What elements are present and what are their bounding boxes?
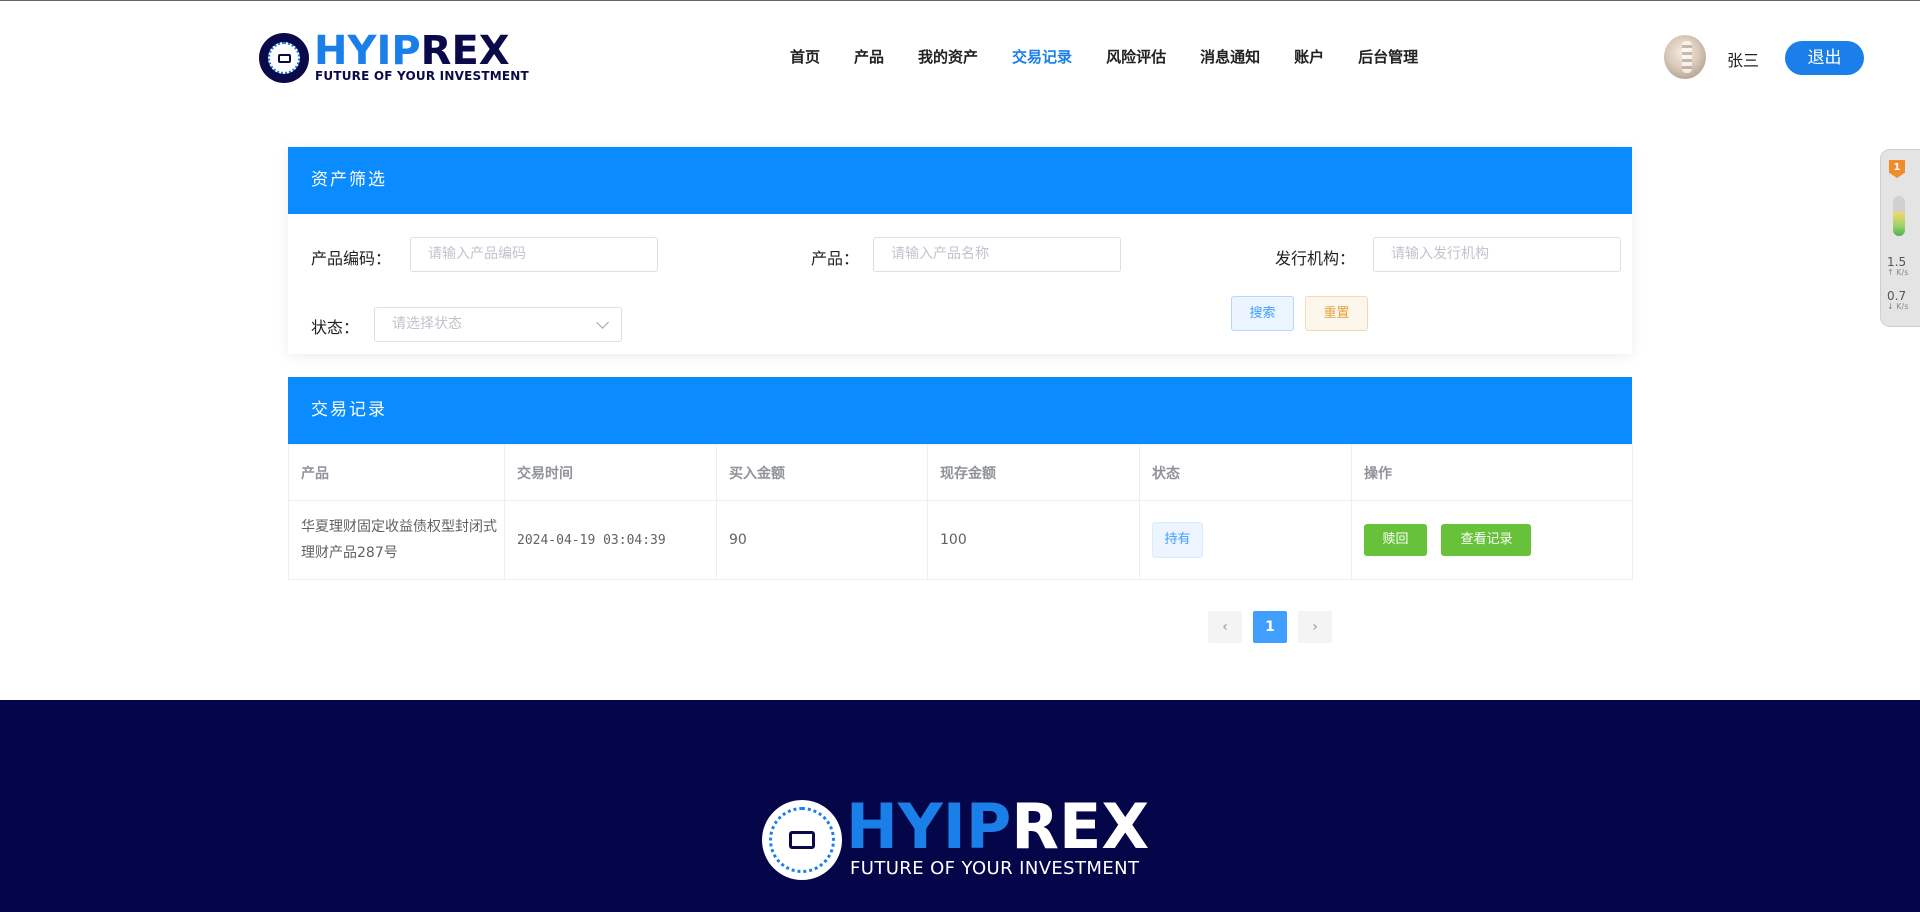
transaction-records-panel: 交易记录 产品 交易时间 买入金额 现存金额 状态 操作 华夏理财固定收益债权型… xyxy=(288,377,1633,580)
table-row: 华夏理财固定收益债权型封闭式理财产品287号 2024-04-19 03:04:… xyxy=(288,500,1633,580)
logo-tagline: FUTURE OF YOUR INVESTMENT xyxy=(315,69,529,83)
redeem-button[interactable]: 赎回 xyxy=(1364,524,1427,556)
col-status: 状态 xyxy=(1139,444,1352,501)
view-records-button[interactable]: 查看记录 xyxy=(1441,524,1532,556)
upload-speed: 1.5 ↑ K/s xyxy=(1887,255,1909,277)
nav-risk-assessment[interactable]: 风险评估 xyxy=(1106,45,1166,69)
nav-products[interactable]: 产品 xyxy=(854,45,884,69)
product-name-label: 产品： xyxy=(811,249,860,268)
status-label: 状态： xyxy=(311,318,360,337)
col-current-amount: 现存金额 xyxy=(927,444,1140,501)
nav-transactions[interactable]: 交易记录 xyxy=(1012,45,1072,69)
nav-my-assets[interactable]: 我的资产 xyxy=(918,45,978,69)
download-speed: 0.7 ↓ K/s xyxy=(1887,289,1909,311)
nav-notifications[interactable]: 消息通知 xyxy=(1200,45,1260,69)
site-header: HYIPREX FUTURE OF YOUR INVESTMENT 首页 产品 … xyxy=(0,1,1920,113)
cell-current-amount: 100 xyxy=(927,500,1140,580)
shield-badge-icon: 1 xyxy=(1889,160,1905,178)
product-name-input[interactable]: 请输入产品名称 xyxy=(873,237,1121,272)
cell-status: 持有 xyxy=(1139,500,1352,580)
footer-logo: HYIPREX FUTURE OF YOUR INVESTMENT xyxy=(762,794,1162,882)
issuer-input[interactable]: 请输入发行机构 xyxy=(1373,237,1621,272)
status-badge: 持有 xyxy=(1152,522,1203,558)
filter-panel-title: 资产筛选 xyxy=(288,147,1632,214)
col-actions: 操作 xyxy=(1351,444,1633,501)
site-footer: HYIPREX FUTURE OF YOUR INVESTMENT xyxy=(0,700,1920,912)
cell-buy-amount: 90 xyxy=(716,500,928,580)
col-time: 交易时间 xyxy=(504,444,717,501)
cell-time: 2024-04-19 03:04:39 xyxy=(504,500,717,580)
cell-product: 华夏理财固定收益债权型封闭式理财产品287号 xyxy=(288,500,505,580)
user-avatar[interactable] xyxy=(1664,35,1706,79)
logo-coin-icon xyxy=(259,33,309,83)
col-buy-amount: 买入金额 xyxy=(716,444,928,501)
logo-wordmark: HYIPREX xyxy=(314,28,510,74)
search-button[interactable]: 搜索 xyxy=(1231,296,1294,331)
prev-page-button[interactable]: ‹ xyxy=(1208,611,1242,643)
thermometer-icon xyxy=(1893,196,1905,236)
footer-logo-tagline: FUTURE OF YOUR INVESTMENT xyxy=(850,858,1140,879)
pagination: ‹ 1 › xyxy=(1208,611,1343,643)
nav-admin[interactable]: 后台管理 xyxy=(1358,45,1418,69)
footer-logo-wordmark: HYIPREX xyxy=(846,790,1150,863)
reset-button[interactable]: 重置 xyxy=(1305,296,1368,331)
cell-actions: 赎回 查看记录 xyxy=(1351,500,1633,580)
main-nav: 首页 产品 我的资产 交易记录 风险评估 消息通知 账户 后台管理 xyxy=(790,45,1452,69)
next-page-button[interactable]: › xyxy=(1298,611,1332,643)
product-code-input[interactable]: 请输入产品编码 xyxy=(410,237,658,272)
issuer-label: 发行机构： xyxy=(1275,249,1356,268)
product-code-label: 产品编码： xyxy=(311,249,392,268)
transactions-table: 产品 交易时间 买入金额 现存金额 状态 操作 华夏理财固定收益债权型封闭式理财… xyxy=(288,444,1633,580)
site-logo[interactable]: HYIPREX FUTURE OF YOUR INVESTMENT xyxy=(259,28,529,85)
footer-logo-coin-icon xyxy=(762,800,842,880)
page-1-button[interactable]: 1 xyxy=(1253,611,1287,643)
network-speed-widget[interactable]: 1 1.5 ↑ K/s 0.7 ↓ K/s xyxy=(1880,149,1920,327)
col-product: 产品 xyxy=(288,444,505,501)
nav-home[interactable]: 首页 xyxy=(790,45,820,69)
table-header-row: 产品 交易时间 买入金额 现存金额 状态 操作 xyxy=(288,444,1633,501)
status-select[interactable]: 请选择状态 xyxy=(374,307,622,342)
asset-filter-panel: 资产筛选 产品编码： 请输入产品编码 产品： 请输入产品名称 发行机构： 请输入… xyxy=(288,147,1632,354)
logout-button[interactable]: 退出 xyxy=(1785,41,1864,75)
nav-account[interactable]: 账户 xyxy=(1294,45,1324,69)
username[interactable]: 张三 xyxy=(1727,47,1759,71)
records-panel-title: 交易记录 xyxy=(288,377,1632,444)
chevron-down-icon xyxy=(596,316,609,329)
